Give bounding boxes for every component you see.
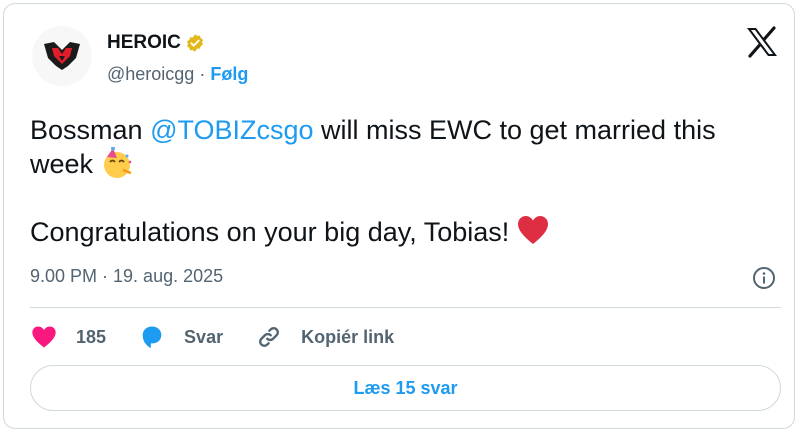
tweet-paragraph-2: Congratulations on your big day, Tobias! (30, 215, 770, 249)
reply-button[interactable]: Svar (138, 323, 223, 351)
heroic-avatar[interactable] (32, 26, 92, 86)
tweet-paragraph-1: Bossman @TOBIZcsgo will miss EWC to get … (30, 113, 770, 181)
tweet-text: Bossman @TOBIZcsgo will miss EWC to get … (30, 113, 770, 249)
like-count: 185 (76, 326, 107, 347)
x-logo-icon[interactable] (745, 26, 779, 58)
follow-button[interactable]: Følg (210, 64, 248, 85)
divider (30, 307, 781, 308)
info-icon[interactable] (752, 266, 776, 290)
tweet-timestamp[interactable]: 9.00 PM · 19. aug. 2025 (30, 266, 223, 287)
tweet-text-part: Congratulations on your big day, Tobias! (30, 217, 517, 247)
action-bar: 185 Svar Kopiér link (30, 322, 426, 352)
link-icon (259, 327, 280, 347)
separator-dot: · (199, 64, 206, 84)
reply-label: Svar (184, 326, 224, 347)
mention-link[interactable]: @TOBIZcsgo (150, 115, 313, 145)
party-face-emoji (103, 147, 131, 178)
tweet-card: HEROIC @heroicgg · Følg Bossman @TOBIZcs… (3, 3, 795, 429)
like-button[interactable]: 185 (30, 323, 106, 351)
read-replies-button[interactable]: Læs 15 svar (30, 365, 781, 411)
account-handle[interactable]: @heroicgg (107, 64, 194, 85)
heart-icon (32, 326, 56, 348)
heart-emoji (517, 216, 548, 244)
reply-bubble-icon (142, 326, 162, 349)
verified-badge-icon (186, 34, 203, 52)
account-name[interactable]: HEROIC (107, 32, 181, 54)
account-name-row[interactable]: HEROIC (107, 32, 205, 54)
copy-link-label: Kopiér link (301, 326, 395, 347)
copy-link-button[interactable]: Kopiér link (255, 323, 394, 351)
handle-row: @heroicgg · Følg (107, 64, 248, 85)
tweet-text-part: Bossman (30, 115, 151, 145)
